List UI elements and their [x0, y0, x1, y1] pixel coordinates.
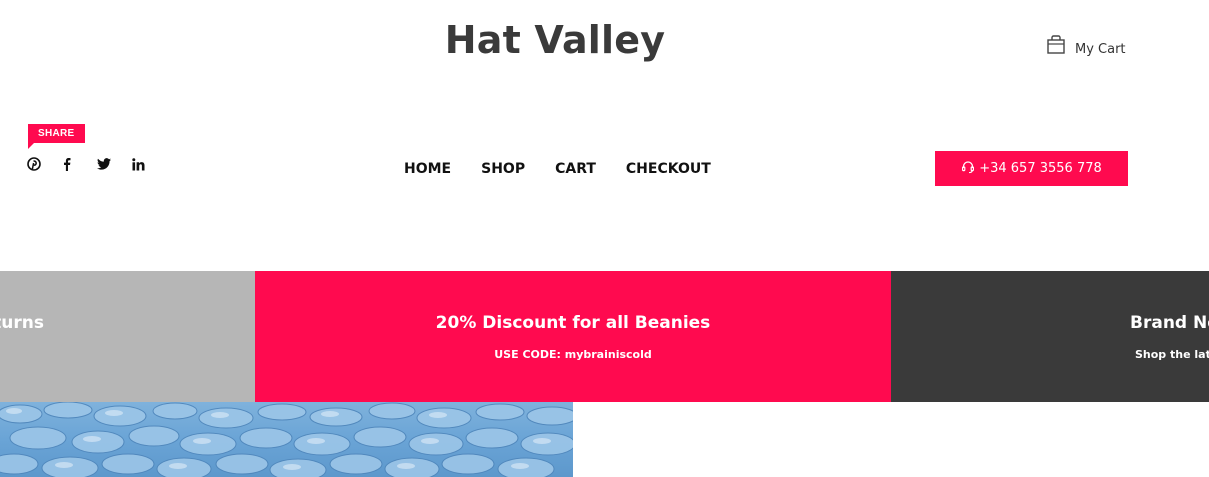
- site-title[interactable]: Hat Valley: [0, 18, 1110, 62]
- nav-cart[interactable]: CART: [555, 161, 596, 177]
- headset-icon: [961, 160, 975, 178]
- twitter-icon[interactable]: [97, 155, 132, 173]
- share-badge: SHARE: [28, 124, 85, 149]
- linkedin-icon[interactable]: [132, 155, 167, 173]
- promo-title: 20% Discount for all Beanies: [435, 313, 711, 333]
- nav-checkout[interactable]: CHECKOUT: [626, 161, 711, 177]
- promo-subtitle: USE CODE: mybrainiscold: [494, 348, 652, 361]
- promo-banner-returns[interactable]: turns: [0, 271, 255, 402]
- pebbles-banner-image[interactable]: [0, 402, 573, 477]
- promo-subtitle: Shop the late: [1135, 348, 1209, 361]
- shopping-bag-icon: [1046, 34, 1066, 58]
- nav-home[interactable]: HOME: [404, 161, 451, 177]
- my-cart-link[interactable]: My Cart: [1046, 34, 1126, 58]
- phone-contact-button[interactable]: +34 657 3556 778: [935, 151, 1128, 186]
- facebook-icon[interactable]: [62, 155, 97, 173]
- promo-title: Brand Ne: [1130, 313, 1209, 333]
- main-navigation: HOME SHOP CART CHECKOUT: [404, 161, 711, 177]
- promo-banner-beanies-discount[interactable]: 20% Discount for all Beanies USE CODE: m…: [255, 271, 891, 402]
- nav-shop[interactable]: SHOP: [481, 161, 525, 177]
- cart-label: My Cart: [1075, 42, 1126, 57]
- promo-title: turns: [0, 313, 44, 333]
- promo-banner-brand-new[interactable]: Brand Ne Shop the late: [891, 271, 1209, 402]
- phone-number: +34 657 3556 778: [979, 161, 1102, 176]
- social-links: [27, 155, 167, 173]
- pinterest-icon[interactable]: [27, 155, 62, 173]
